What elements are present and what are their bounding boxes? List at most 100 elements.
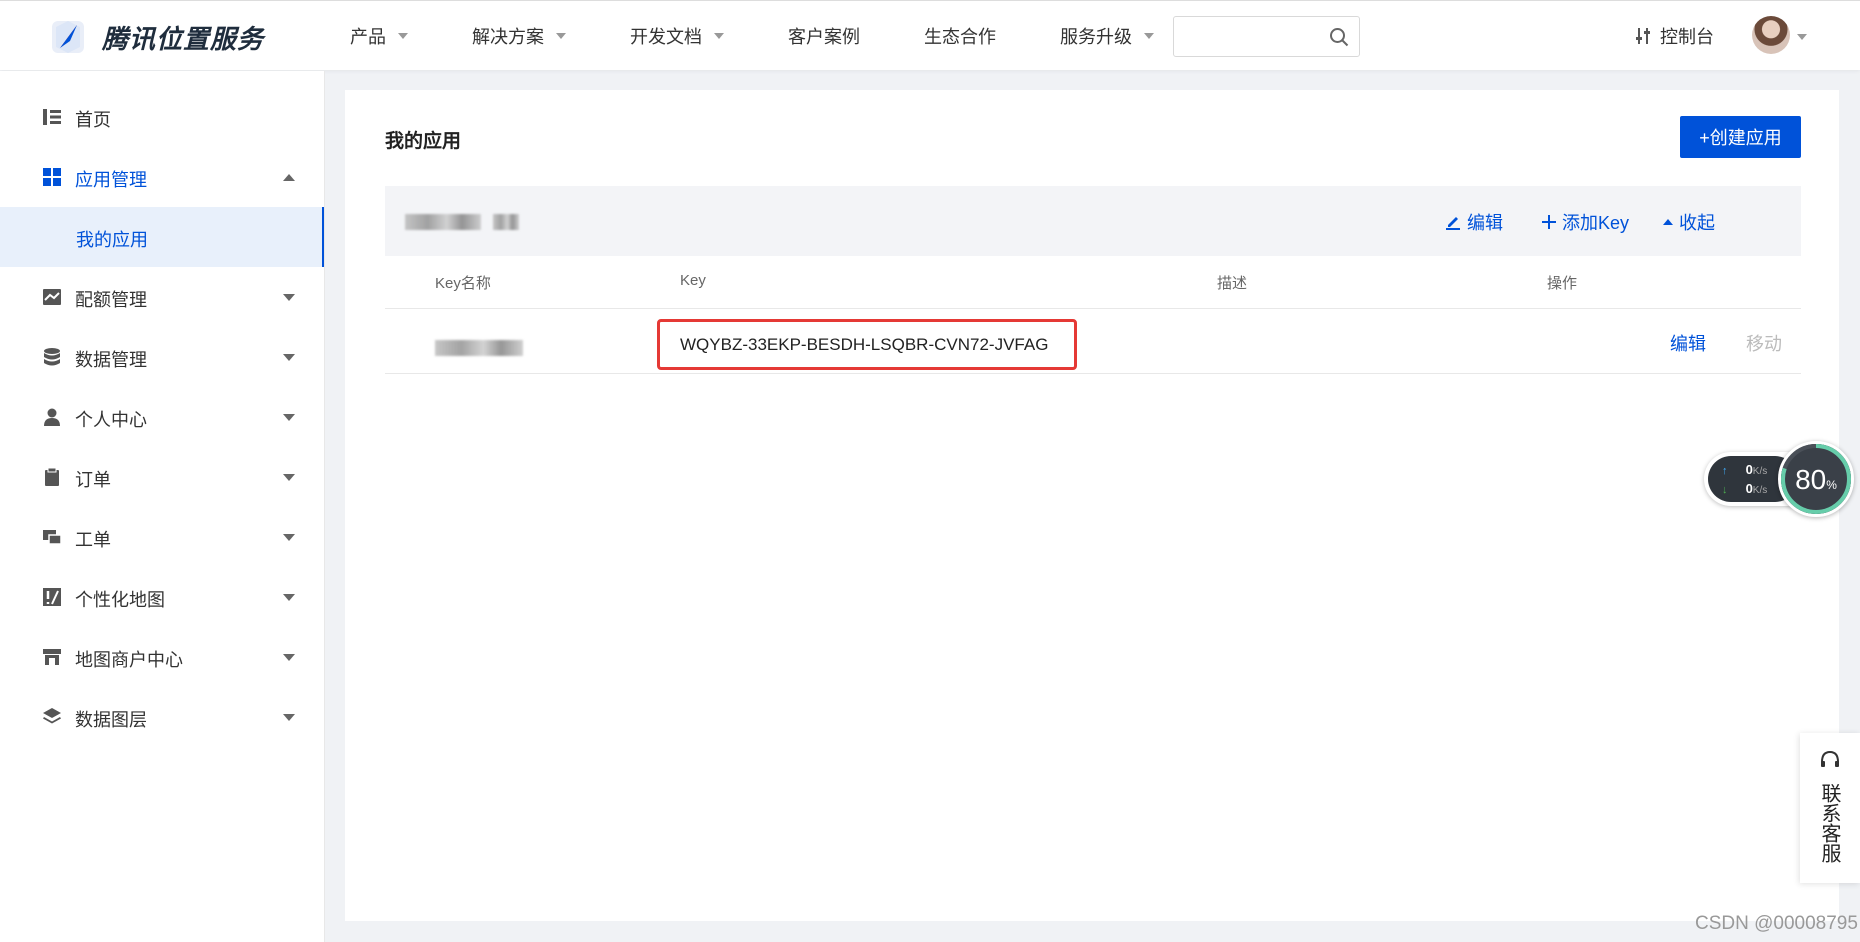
- clipboard-icon: [45, 467, 59, 486]
- nav-label: 客户案例: [788, 27, 860, 47]
- sliders-icon: [1636, 28, 1650, 44]
- caret-down-icon: [283, 714, 295, 721]
- column-header-description: 描述: [1217, 275, 1248, 292]
- sidebar-item-label: 个人中心: [75, 410, 147, 430]
- row-edit-link[interactable]: 编辑: [1670, 330, 1706, 356]
- gauge-percent-sign: %: [1826, 478, 1837, 492]
- speed-unit: K/s: [1752, 466, 1768, 477]
- caret-down-icon: [398, 33, 408, 39]
- caret-down-icon: [283, 414, 295, 421]
- ticket-icon: [43, 530, 62, 545]
- app-header: 编辑 添加Key 收起: [385, 186, 1801, 256]
- upload-speed: ↑ 0K/s: [1722, 462, 1767, 477]
- column-header-key-name: Key名称: [435, 275, 491, 292]
- sidebar-item-tickets[interactable]: 工单: [0, 507, 324, 567]
- watermark: CSDN @00008795: [1695, 913, 1858, 934]
- divider: [385, 373, 1801, 374]
- collapse-label: 收起: [1679, 213, 1715, 233]
- sidebar: 首页 应用管理 我的应用 配额管理 数据管理 个人中心 订单 工单 个性化地图: [0, 71, 325, 942]
- sidebar-item-quota[interactable]: 配额管理: [0, 267, 324, 327]
- nav-item-products[interactable]: 产品: [350, 23, 408, 49]
- divider: [385, 308, 1801, 309]
- sidebar-item-label: 我的应用: [76, 230, 148, 250]
- page-title: 我的应用: [385, 131, 462, 152]
- grid-icon: [43, 168, 61, 186]
- brand-logo[interactable]: 腾讯位置服务: [48, 17, 264, 57]
- nav-label: 生态合作: [924, 27, 996, 47]
- nav-item-ecosystem[interactable]: 生态合作: [924, 23, 996, 49]
- column-header-actions: 操作: [1547, 275, 1578, 292]
- caret-down-icon: [1144, 33, 1154, 39]
- main-nav: 产品 解决方案 开发文档 客户案例 生态合作 服务升级: [350, 1, 1218, 71]
- nav-label: 开发文档: [630, 27, 702, 47]
- upload-value: 0: [1745, 462, 1753, 477]
- add-key-label: 添加Key: [1562, 213, 1630, 233]
- nav-item-docs[interactable]: 开发文档: [630, 23, 724, 49]
- sidebar-item-data[interactable]: 数据管理: [0, 327, 324, 387]
- nav-label: 服务升级: [1060, 27, 1132, 47]
- nav-item-cases[interactable]: 客户案例: [788, 23, 860, 49]
- sidebar-item-custom-map[interactable]: 个性化地图: [0, 567, 324, 627]
- console-label: 控制台: [1660, 27, 1714, 47]
- app-id-redacted: [493, 214, 519, 230]
- brand-name: 腾讯位置服务: [102, 23, 265, 54]
- user-icon: [44, 408, 60, 426]
- sidebar-item-label: 应用管理: [75, 170, 147, 190]
- sidebar-item-label: 工单: [75, 530, 111, 550]
- caret-down-icon: [283, 354, 295, 361]
- create-app-button[interactable]: +创建应用: [1680, 116, 1801, 158]
- search-input[interactable]: [1174, 17, 1324, 56]
- edit-app-button[interactable]: 编辑: [1445, 209, 1503, 235]
- nav-item-upgrade[interactable]: 服务升级: [1060, 23, 1154, 49]
- caret-down-icon: [283, 294, 295, 301]
- chart-icon: [43, 289, 61, 305]
- nav-label: 产品: [350, 27, 386, 47]
- sidebar-item-label: 首页: [75, 110, 111, 130]
- collapse-button[interactable]: 收起: [1663, 209, 1715, 235]
- gauge-percent: 80: [1795, 464, 1827, 495]
- sidebar-item-my-apps[interactable]: 我的应用: [0, 207, 324, 267]
- caret-down-icon: [283, 474, 295, 481]
- speed-unit: K/s: [1752, 485, 1768, 496]
- sidebar-item-label: 数据管理: [75, 350, 147, 370]
- sidebar-item-data-layers[interactable]: 数据图层: [0, 687, 324, 747]
- nav-label: 解决方案: [472, 27, 544, 47]
- sidebar-item-merchant[interactable]: 地图商户中心: [0, 627, 324, 687]
- pencil-icon: [1446, 217, 1460, 230]
- caret-up-icon: [283, 174, 295, 181]
- map-style-icon: [43, 588, 61, 606]
- sidebar-item-label: 配额管理: [75, 290, 147, 310]
- add-key-button[interactable]: 添加Key: [1542, 209, 1629, 235]
- arrow-up-icon: ↑: [1722, 465, 1728, 477]
- sidebar-item-orders[interactable]: 订单: [0, 447, 324, 507]
- caret-down-icon[interactable]: [1797, 34, 1807, 40]
- row-move-link[interactable]: 移动: [1746, 330, 1782, 356]
- top-navigation-bar: 腾讯位置服务 产品 解决方案 开发文档 客户案例 生态合作 服务升级 控制台: [0, 0, 1860, 70]
- avatar[interactable]: [1752, 16, 1790, 54]
- caret-down-icon: [283, 534, 295, 541]
- search-icon[interactable]: [1329, 27, 1349, 52]
- customer-service-label: 联系客服: [1818, 783, 1840, 863]
- key-value: WQYBZ-33EKP-BESDH-LSQBR-CVN72-JVFAG: [680, 334, 1049, 354]
- memory-gauge[interactable]: 80%: [1778, 441, 1854, 517]
- console-link[interactable]: 控制台: [1634, 23, 1714, 49]
- sidebar-item-app-management[interactable]: 应用管理: [0, 147, 324, 207]
- compass-logo-icon: [48, 17, 88, 57]
- store-icon: [43, 649, 61, 665]
- caret-down-icon: [714, 33, 724, 39]
- key-value-highlighted[interactable]: WQYBZ-33EKP-BESDH-LSQBR-CVN72-JVFAG: [657, 319, 1077, 370]
- nav-item-solutions[interactable]: 解决方案: [472, 23, 566, 49]
- column-header-key: Key: [680, 272, 706, 289]
- caret-down-icon: [283, 654, 295, 661]
- sidebar-item-label: 订单: [75, 470, 111, 490]
- customer-service-button[interactable]: 联系客服: [1800, 733, 1860, 883]
- gauge-value: 80%: [1781, 464, 1851, 496]
- caret-up-icon: [1663, 219, 1673, 225]
- my-apps-card: 我的应用 +创建应用 编辑 添加Key 收起 Key名称 Key 描述 操作 W…: [345, 90, 1839, 921]
- caret-down-icon: [556, 33, 566, 39]
- sidebar-item-home[interactable]: 首页: [0, 87, 324, 147]
- app-name-redacted: [405, 214, 481, 230]
- download-speed: ↓ 0K/s: [1722, 481, 1767, 496]
- download-value: 0: [1745, 481, 1753, 496]
- sidebar-item-profile[interactable]: 个人中心: [0, 387, 324, 447]
